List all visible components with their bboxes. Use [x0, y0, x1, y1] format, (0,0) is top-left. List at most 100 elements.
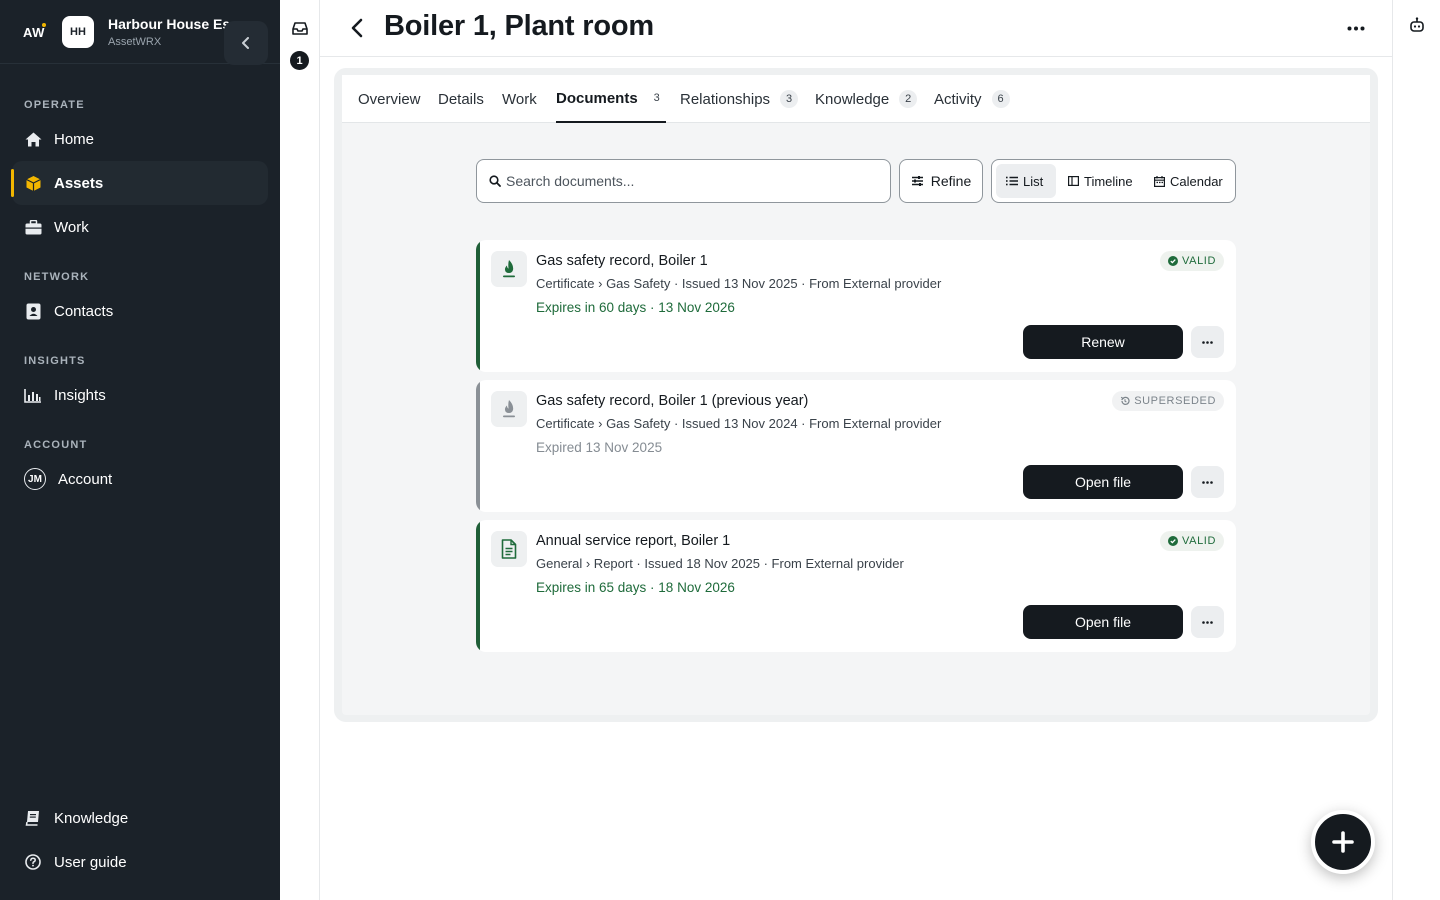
tab-label: Work — [502, 90, 537, 108]
tab-documents[interactable]: Documents 3 — [556, 75, 666, 123]
view-list-button[interactable]: List — [996, 164, 1056, 198]
collapse-sidebar-button[interactable] — [224, 21, 268, 65]
document-title: Gas safety record, Boiler 1 (previous ye… — [536, 393, 809, 409]
document-thumbnail — [491, 251, 527, 287]
status-bar — [476, 240, 480, 372]
document-icon — [501, 539, 517, 559]
ellipsis-icon — [1202, 480, 1213, 484]
assistant-rail — [1392, 0, 1440, 900]
org-avatar: HH — [62, 16, 94, 48]
sliders-icon — [911, 176, 923, 186]
tab-label: Overview — [358, 90, 421, 108]
document-expiry: Expires in 60 days · 13 Nov 2026 — [536, 300, 735, 315]
ellipsis-icon — [1202, 620, 1213, 624]
more-options-button[interactable] — [1344, 16, 1368, 40]
document-expiry: Expires in 65 days · 18 Nov 2026 — [536, 580, 735, 595]
check-circle-icon — [1168, 256, 1179, 266]
view-list-label: List — [1023, 173, 1044, 189]
view-timeline-label: Timeline — [1084, 173, 1133, 189]
view-timeline-button[interactable]: Timeline — [1058, 164, 1143, 198]
view-calendar-label: Calendar — [1170, 173, 1223, 189]
nav-section-insights: INSIGHTS — [24, 355, 86, 367]
org-name: Harbour House Es... — [108, 16, 242, 32]
sidebar-item-user-guide[interactable]: User guide — [12, 840, 268, 884]
document-card[interactable]: Annual service report, Boiler 1 General … — [476, 520, 1236, 652]
notifications-rail: 1 — [280, 0, 320, 900]
briefcase-icon — [24, 218, 42, 236]
open-file-button[interactable]: Open file — [1023, 605, 1183, 639]
search-box — [476, 159, 891, 203]
document-thumbnail — [491, 531, 527, 567]
view-calendar-button[interactable]: Calendar — [1144, 164, 1233, 198]
document-more-button[interactable] — [1191, 606, 1224, 638]
document-thumbnail — [491, 391, 527, 427]
sidebar-item-home[interactable]: Home — [12, 117, 268, 161]
add-button[interactable] — [1311, 810, 1375, 874]
tab-activity[interactable]: Activity 6 — [934, 75, 1010, 123]
robot-icon[interactable] — [1409, 17, 1425, 33]
tab-label: Relationships — [680, 90, 771, 108]
document-card[interactable]: Gas safety record, Boiler 1 Certificate … — [476, 240, 1236, 372]
sidebar-item-label: User guide — [54, 853, 127, 871]
chevron-left-icon — [351, 18, 363, 38]
sidebar-item-label: Contacts — [54, 302, 114, 320]
sidebar-item-account[interactable]: JM Account — [12, 457, 268, 501]
app-logo-text: AW — [23, 24, 45, 40]
tab-label: Activity — [934, 90, 982, 108]
status-bar — [476, 520, 480, 652]
tab-count: 2 — [899, 90, 918, 108]
open-file-button[interactable]: Open file — [1023, 465, 1183, 499]
renew-button[interactable]: Renew — [1023, 325, 1183, 359]
status-bar — [476, 380, 480, 512]
tab-bar: Overview Details Work Documents 3 Relatio… — [342, 75, 1370, 123]
page-title: Boiler 1, Plant room — [384, 10, 654, 42]
tab-details[interactable]: Details — [438, 75, 484, 123]
flame-icon — [503, 400, 515, 418]
view-switcher: List Timeline Calendar — [991, 159, 1236, 203]
tab-relationships[interactable]: Relationships 3 — [680, 75, 799, 123]
search-input[interactable] — [506, 173, 866, 189]
inbox-icon[interactable] — [290, 19, 310, 37]
tab-knowledge[interactable]: Knowledge 2 — [815, 75, 918, 123]
chevron-left-icon — [242, 37, 249, 49]
box-icon — [24, 174, 42, 192]
home-icon — [24, 130, 42, 148]
nav-section-network: NETWORK — [24, 271, 90, 283]
sidebar-item-label: Account — [58, 470, 113, 488]
calendar-icon — [1154, 175, 1165, 187]
document-more-button[interactable] — [1191, 466, 1224, 498]
org-switcher[interactable]: AW HH Harbour House Es... AssetWRX — [0, 0, 280, 65]
status-badge: SUPERSEDED — [1112, 391, 1224, 411]
page-header: Boiler 1, Plant room — [320, 0, 1392, 57]
refine-label: Refine — [930, 173, 972, 189]
flame-icon — [503, 260, 515, 278]
sidebar-item-label: Work — [54, 218, 89, 236]
sidebar-item-contacts[interactable]: Contacts — [12, 289, 268, 333]
logo-dot — [42, 23, 46, 27]
document-title: Annual service report, Boiler 1 — [536, 533, 731, 549]
sidebar: AW HH Harbour House Es... AssetWRX OPERA… — [0, 0, 280, 900]
tab-count: 3 — [653, 92, 660, 104]
nav-section-account: ACCOUNT — [24, 439, 88, 451]
notification-count-badge[interactable]: 1 — [290, 51, 309, 70]
sidebar-item-knowledge[interactable]: Knowledge — [12, 796, 268, 840]
refine-button[interactable]: Refine — [899, 159, 983, 203]
status-badge-label: VALID — [1182, 535, 1216, 547]
document-meta: General › Report · Issued 18 Nov 2025 · … — [536, 556, 904, 571]
sidebar-item-work[interactable]: Work — [12, 205, 268, 249]
tab-overview[interactable]: Overview — [358, 75, 421, 123]
account-avatar: JM — [24, 468, 46, 490]
document-more-button[interactable] — [1191, 326, 1224, 358]
check-circle-icon — [1168, 536, 1179, 546]
nav-section-operate: OPERATE — [24, 99, 85, 111]
document-card[interactable]: Gas safety record, Boiler 1 (previous ye… — [476, 380, 1236, 512]
timeline-icon — [1068, 176, 1079, 186]
status-badge-label: VALID — [1182, 255, 1216, 267]
sidebar-item-insights[interactable]: Insights — [12, 373, 268, 417]
tab-count: 6 — [991, 90, 1010, 108]
back-button[interactable] — [346, 16, 368, 40]
sidebar-item-assets[interactable]: Assets — [11, 161, 268, 205]
document-title: Gas safety record, Boiler 1 — [536, 253, 708, 269]
asset-panel: Overview Details Work Documents 3 Relatio… — [342, 75, 1370, 715]
tab-work[interactable]: Work — [502, 75, 537, 123]
